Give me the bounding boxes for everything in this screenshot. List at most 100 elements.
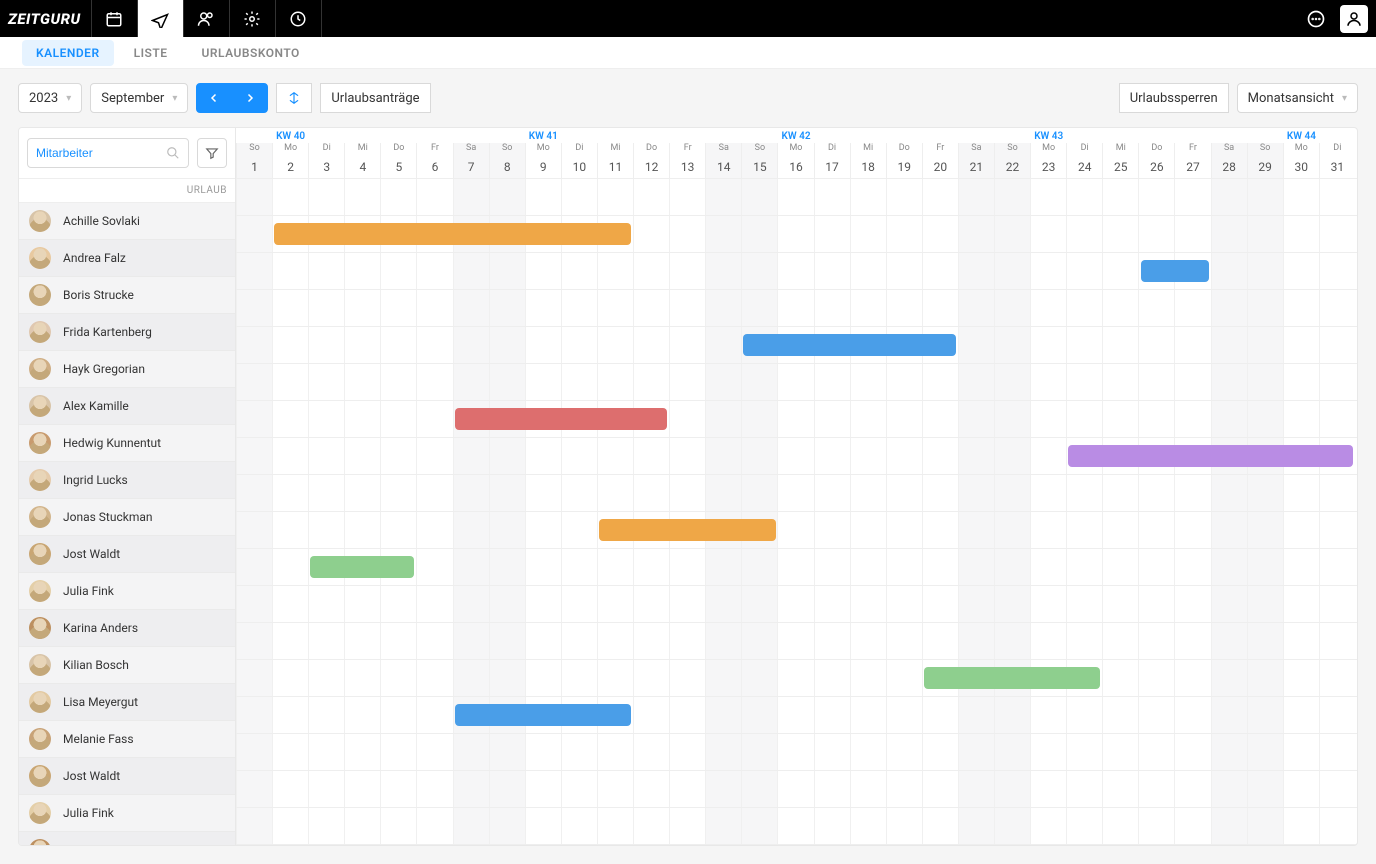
nav-vacation-icon[interactable]: [138, 0, 184, 37]
gantt-cell[interactable]: [1138, 586, 1174, 622]
vacation-bar[interactable]: [310, 556, 414, 578]
gantt-cell[interactable]: [1030, 771, 1066, 807]
next-button[interactable]: [232, 83, 268, 113]
gantt-cell[interactable]: [416, 327, 452, 363]
gantt-cell[interactable]: [344, 438, 380, 474]
gantt-cell[interactable]: [1138, 475, 1174, 511]
gantt-cell[interactable]: [597, 660, 633, 696]
gantt-cell[interactable]: [308, 290, 344, 326]
gantt-cell[interactable]: [922, 623, 958, 659]
search-input[interactable]: [36, 146, 166, 160]
gantt-cell[interactable]: [380, 290, 416, 326]
gantt-cell[interactable]: [1283, 216, 1319, 252]
gantt-cell[interactable]: [1102, 401, 1138, 437]
gantt-cell[interactable]: [1319, 401, 1355, 437]
gantt-cell[interactable]: [416, 401, 452, 437]
gantt-cell[interactable]: [561, 512, 597, 548]
gantt-cell[interactable]: [958, 179, 994, 215]
gantt-cell[interactable]: [1174, 179, 1210, 215]
gantt-cell[interactable]: [525, 512, 561, 548]
gantt-cell[interactable]: [705, 586, 741, 622]
gantt-cell[interactable]: [272, 512, 308, 548]
gantt-cell[interactable]: [489, 475, 525, 511]
gantt-cell[interactable]: [525, 327, 561, 363]
gantt-cell[interactable]: [1030, 697, 1066, 733]
gantt-cell[interactable]: [1030, 475, 1066, 511]
gantt-cell[interactable]: [1319, 290, 1355, 326]
gantt-cell[interactable]: [669, 253, 705, 289]
gantt-cell[interactable]: [814, 401, 850, 437]
gantt-cell[interactable]: [344, 623, 380, 659]
gantt-cell[interactable]: [1174, 475, 1210, 511]
gantt-cell[interactable]: [958, 808, 994, 844]
gantt-cell[interactable]: [994, 549, 1030, 585]
gantt-cell[interactable]: [1211, 697, 1247, 733]
gantt-cell[interactable]: [380, 253, 416, 289]
employee-row[interactable]: Karina Anders: [19, 610, 235, 647]
gantt-cell[interactable]: [886, 734, 922, 770]
gantt-cell[interactable]: [1102, 771, 1138, 807]
gantt-cell[interactable]: [741, 216, 777, 252]
gantt-cell[interactable]: [525, 475, 561, 511]
gantt-cell[interactable]: [1211, 401, 1247, 437]
gantt-cell[interactable]: [1138, 623, 1174, 659]
gantt-cell[interactable]: [777, 364, 813, 400]
gantt-cell[interactable]: [922, 364, 958, 400]
gantt-cell[interactable]: [416, 475, 452, 511]
gantt-cell[interactable]: [1247, 364, 1283, 400]
gantt-cell[interactable]: [1030, 364, 1066, 400]
gantt-cell[interactable]: [814, 697, 850, 733]
gantt-cell[interactable]: [958, 697, 994, 733]
gantt-cell[interactable]: [1319, 216, 1355, 252]
gantt-cell[interactable]: [416, 512, 452, 548]
gantt-cell[interactable]: [1174, 697, 1210, 733]
filter-button[interactable]: [197, 138, 227, 168]
gantt-cell[interactable]: [1247, 401, 1283, 437]
gantt-cell[interactable]: [1138, 697, 1174, 733]
gantt-cell[interactable]: [1211, 586, 1247, 622]
gantt-cell[interactable]: [669, 438, 705, 474]
gantt-cell[interactable]: [633, 660, 669, 696]
gantt-cell[interactable]: [344, 179, 380, 215]
gantt-cell[interactable]: [416, 808, 452, 844]
gantt-cell[interactable]: [561, 290, 597, 326]
gantt-cell[interactable]: [922, 401, 958, 437]
gantt-cell[interactable]: [525, 438, 561, 474]
gantt-cell[interactable]: [994, 290, 1030, 326]
gantt-cell[interactable]: [741, 771, 777, 807]
gantt-cell[interactable]: [850, 179, 886, 215]
gantt-cell[interactable]: [886, 438, 922, 474]
gantt-cell[interactable]: [994, 327, 1030, 363]
gantt-cell[interactable]: [741, 549, 777, 585]
gantt-cell[interactable]: [958, 623, 994, 659]
gantt-cell[interactable]: [272, 438, 308, 474]
gantt-cell[interactable]: [705, 808, 741, 844]
gantt-cell[interactable]: [994, 734, 1030, 770]
gantt-cell[interactable]: [1211, 253, 1247, 289]
gantt-cell[interactable]: [1283, 771, 1319, 807]
gantt-cell[interactable]: [1211, 179, 1247, 215]
gantt-cell[interactable]: [705, 290, 741, 326]
gantt-cell[interactable]: [886, 401, 922, 437]
gantt-cell[interactable]: [994, 586, 1030, 622]
gantt-cell[interactable]: [850, 216, 886, 252]
gantt-cell[interactable]: [1319, 734, 1355, 770]
gantt-cell[interactable]: [922, 586, 958, 622]
requests-button[interactable]: Urlaubsanträge: [320, 83, 430, 113]
gantt-cell[interactable]: [344, 586, 380, 622]
month-select[interactable]: September▾: [90, 83, 188, 113]
gantt-cell[interactable]: [308, 475, 344, 511]
gantt-cell[interactable]: [814, 660, 850, 696]
gantt-cell[interactable]: [669, 364, 705, 400]
gantt-cell[interactable]: [777, 549, 813, 585]
gantt-cell[interactable]: [416, 660, 452, 696]
gantt-cell[interactable]: [561, 253, 597, 289]
vacation-bar[interactable]: [274, 223, 631, 245]
gantt-cell[interactable]: [886, 771, 922, 807]
gantt-cell[interactable]: [814, 253, 850, 289]
gantt-cell[interactable]: [380, 512, 416, 548]
gantt-cell[interactable]: [1138, 216, 1174, 252]
gantt-cell[interactable]: [958, 290, 994, 326]
gantt-cell[interactable]: [1247, 808, 1283, 844]
vacation-bar[interactable]: [924, 667, 1101, 689]
